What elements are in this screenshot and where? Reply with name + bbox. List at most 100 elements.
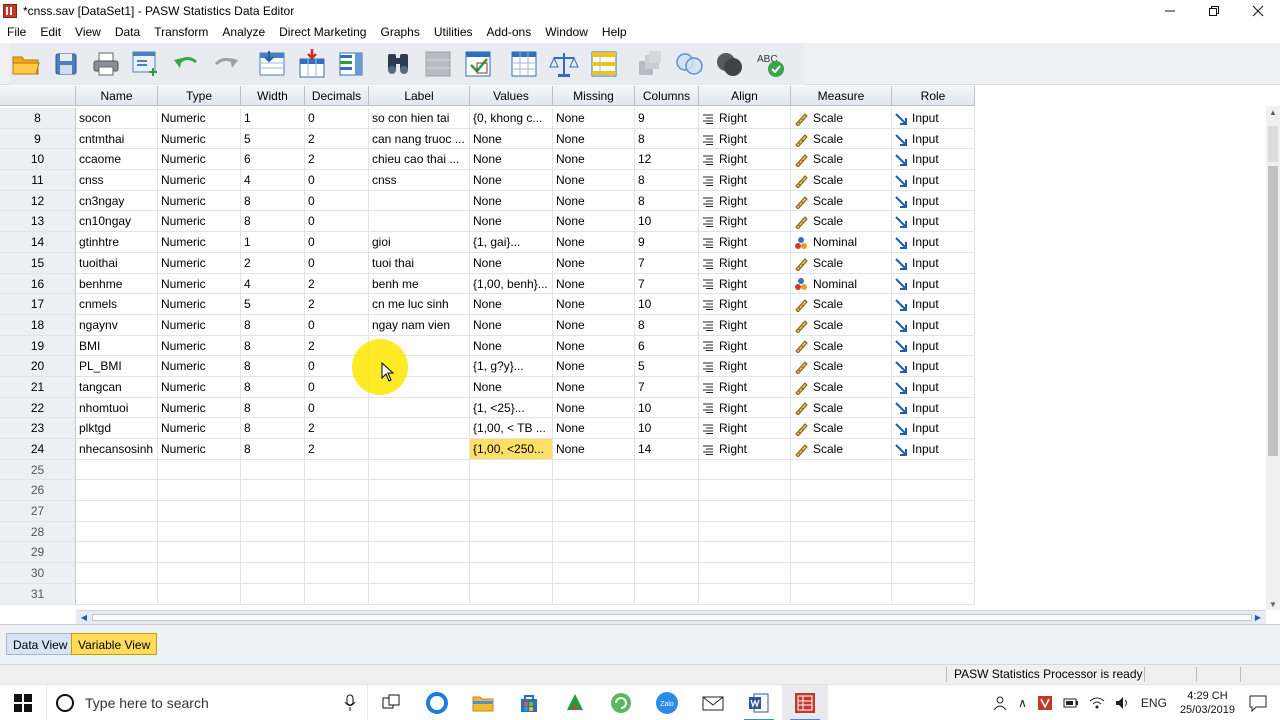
cell-role[interactable]: Input <box>892 170 975 191</box>
cell-type[interactable] <box>158 583 241 605</box>
row-number[interactable]: 13 <box>0 211 76 233</box>
cell-role[interactable]: Input <box>892 190 975 212</box>
cell-values[interactable]: None <box>470 149 553 171</box>
cell-name[interactable]: PL_BMI <box>76 356 158 377</box>
menu-window[interactable]: Window <box>540 25 593 39</box>
cell-columns[interactable]: 9 <box>635 232 699 253</box>
cell-align[interactable]: Right <box>699 232 791 253</box>
value-labels-button[interactable] <box>634 48 666 80</box>
cell-role[interactable]: Input <box>892 128 975 150</box>
cell-type[interactable]: Numeric <box>158 294 241 315</box>
volume-icon[interactable] <box>1115 695 1131 711</box>
show-all-variables-button[interactable] <box>714 48 746 80</box>
cell-missing[interactable]: None <box>553 418 635 439</box>
cell-width[interactable]: 5 <box>241 128 305 150</box>
cell-name[interactable] <box>76 459 158 481</box>
cell-decimals[interactable]: 2 <box>305 149 369 171</box>
cell-name[interactable]: cn3ngay <box>76 190 158 212</box>
cell-align[interactable]: Right <box>699 418 791 439</box>
col-header-decimals[interactable]: Decimals <box>305 86 369 106</box>
cell-missing[interactable]: None <box>553 211 635 233</box>
cell-name[interactable] <box>76 583 158 605</box>
cell-decimals[interactable]: 0 <box>305 108 369 129</box>
cell-type[interactable]: Numeric <box>158 335 241 357</box>
horizontal-scrollbar[interactable]: ◀ ▶ <box>76 610 1266 624</box>
cell-name[interactable]: cnmels <box>76 294 158 315</box>
cell-type[interactable]: Numeric <box>158 273 241 295</box>
row-number[interactable]: 19 <box>0 335 76 357</box>
cell-values[interactable]: {1,00, < TB ... <box>470 418 553 439</box>
select-cases-button[interactable] <box>588 48 620 80</box>
row-number[interactable]: 31 <box>0 583 76 605</box>
cell-decimals[interactable]: 0 <box>305 211 369 233</box>
cell-label[interactable]: cnss <box>369 170 470 191</box>
restore-button[interactable] <box>1192 0 1236 22</box>
cell-align[interactable]: Right <box>699 170 791 191</box>
cell-name[interactable]: ccaome <box>76 149 158 171</box>
cell-width[interactable]: 8 <box>241 335 305 357</box>
cell-missing[interactable] <box>553 563 635 584</box>
antivirus-icon[interactable] <box>1037 695 1053 711</box>
taskbar-app-refresh[interactable] <box>598 685 644 720</box>
cell-measure[interactable] <box>791 459 892 481</box>
row-number[interactable]: 15 <box>0 252 76 274</box>
menu-file[interactable]: File <box>2 25 31 39</box>
cell-missing[interactable]: None <box>553 190 635 212</box>
col-header-align[interactable]: Align <box>699 86 791 106</box>
cell-align[interactable]: Right <box>699 273 791 295</box>
cell-type[interactable]: Numeric <box>158 232 241 253</box>
cell-columns[interactable]: 8 <box>635 170 699 191</box>
cell-role[interactable]: Input <box>892 356 975 377</box>
cell-columns[interactable]: 6 <box>635 335 699 357</box>
cell-measure[interactable] <box>791 542 892 564</box>
row-number[interactable]: 14 <box>0 232 76 253</box>
cell-type[interactable]: Numeric <box>158 211 241 233</box>
menu-add-ons[interactable]: Add-ons <box>482 25 537 39</box>
cell-width[interactable]: 1 <box>241 108 305 129</box>
cell-type[interactable]: Numeric <box>158 170 241 191</box>
cell-decimals[interactable] <box>305 501 369 522</box>
battery-icon[interactable] <box>1063 695 1079 711</box>
cell-role[interactable]: Input <box>892 335 975 357</box>
cell-width[interactable]: 8 <box>241 418 305 439</box>
cell-values[interactable]: None <box>470 190 553 212</box>
cell-label[interactable] <box>369 583 470 605</box>
cell-missing[interactable]: None <box>553 232 635 253</box>
cell-missing[interactable]: None <box>553 376 635 398</box>
cell-values[interactable] <box>470 583 553 605</box>
cell-role[interactable] <box>892 459 975 481</box>
weight-cases-button[interactable] <box>548 48 580 80</box>
cell-role[interactable] <box>892 480 975 502</box>
cell-align[interactable]: Right <box>699 211 791 233</box>
cell-label[interactable]: benh me <box>369 273 470 295</box>
cell-role[interactable] <box>892 501 975 522</box>
cell-measure[interactable]: Scale <box>791 439 892 460</box>
open-button[interactable] <box>10 48 42 80</box>
cell-width[interactable]: 2 <box>241 252 305 274</box>
insert-variable-button[interactable] <box>462 48 494 80</box>
cell-align[interactable]: Right <box>699 128 791 150</box>
cell-missing[interactable] <box>553 583 635 605</box>
wifi-icon[interactable] <box>1089 695 1105 711</box>
cell-missing[interactable] <box>553 459 635 481</box>
cell-missing[interactable]: None <box>553 170 635 191</box>
row-number[interactable]: 28 <box>0 521 76 543</box>
cell-label[interactable] <box>369 480 470 502</box>
cell-align[interactable] <box>699 501 791 522</box>
spell-check-button[interactable]: ABC <box>754 48 786 80</box>
cell-align[interactable]: Right <box>699 314 791 336</box>
cell-values[interactable] <box>470 459 553 481</box>
cell-name[interactable] <box>76 521 158 543</box>
row-number[interactable]: 27 <box>0 501 76 522</box>
cell-label[interactable]: can nang truoc ... <box>369 128 470 150</box>
cell-columns[interactable] <box>635 542 699 564</box>
col-header-width[interactable]: Width <box>241 86 305 106</box>
cell-align[interactable]: Right <box>699 108 791 129</box>
insert-cases-button[interactable] <box>422 48 454 80</box>
cell-width[interactable] <box>241 480 305 502</box>
cell-missing[interactable]: None <box>553 108 635 129</box>
cell-values[interactable] <box>470 542 553 564</box>
taskbar-mail[interactable] <box>690 685 736 720</box>
cell-width[interactable]: 8 <box>241 314 305 336</box>
row-number[interactable]: 22 <box>0 397 76 419</box>
